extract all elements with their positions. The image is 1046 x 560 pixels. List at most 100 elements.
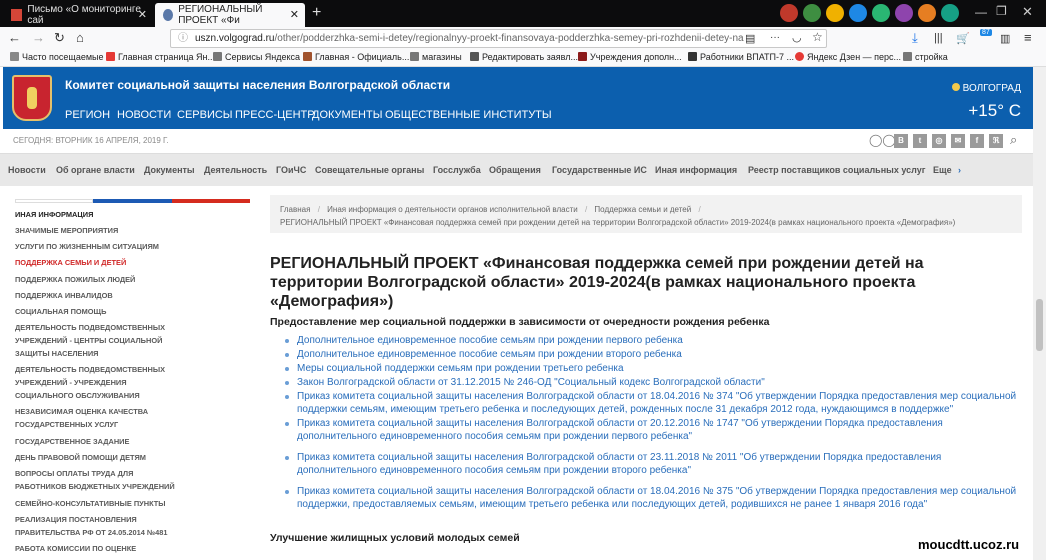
site-title[interactable]: Комитет социальной защиты населения Волг… xyxy=(65,78,450,92)
bookmark-item[interactable]: Главная - Официаль... xyxy=(303,52,409,62)
info-icon[interactable]: ⓘ xyxy=(178,30,188,47)
list-item[interactable]: Меры социальной поддержки семьям при рож… xyxy=(285,362,1020,375)
list-item[interactable]: Приказ комитета социальной защиты населе… xyxy=(285,485,1020,511)
bookmark-item[interactable]: Главная страница Ян... xyxy=(106,52,215,62)
pinned-site-icon[interactable] xyxy=(780,4,798,22)
sidebar-item-other-info[interactable]: ИНАЯ ИНФОРМАЦИЯ xyxy=(15,208,180,221)
close-icon[interactable]: ✕ xyxy=(138,8,147,21)
new-tab-button[interactable]: + xyxy=(312,4,321,22)
tab-mail[interactable]: Письмо «О мониторинге сай ✕ xyxy=(3,3,153,27)
tab-regional-project[interactable]: РЕГИОНАЛЬНЫЙ ПРОЕКТ «Фи ✕ xyxy=(155,3,305,27)
bookmark-item[interactable]: магазины xyxy=(410,52,462,62)
pinned-site-icon[interactable] xyxy=(918,4,936,22)
sidebar-item-elderly-support[interactable]: ПОДДЕРЖКА ПОЖИЛЫХ ЛЮДЕЙ xyxy=(15,273,180,286)
search-icon[interactable]: ⌕ xyxy=(1010,132,1017,148)
sidebar-item-family-support[interactable]: ПОДДЕРЖКА СЕМЬИ И ДЕТЕЙ xyxy=(15,256,180,269)
secnav-goichs[interactable]: ГОиЧС xyxy=(276,165,306,175)
pinned-site-icon[interactable] xyxy=(803,4,821,22)
sidebar-item-state-assignment[interactable]: ГОСУДАРСТВЕННОЕ ЗАДАНИЕ xyxy=(15,435,180,448)
bookmark-item[interactable]: Яндекс Дзен — перс... xyxy=(795,52,901,62)
bookmark-item[interactable]: Редактировать заявл... xyxy=(470,52,578,62)
sidebar-item-disabled-support[interactable]: ПОДДЕРЖКА ИНВАЛИДОВ xyxy=(15,289,180,302)
sidebar-item-life-situations[interactable]: УСЛУГИ ПО ЖИЗНЕННЫМ СИТУАЦИЯМ xyxy=(15,240,180,253)
menu-icon[interactable]: ≡ xyxy=(1024,30,1032,45)
sidebar-item-legal-aid-day[interactable]: ДЕНЬ ПРАВОВОЙ ПОМОЩИ ДЕТЯМ xyxy=(15,451,180,464)
secnav-civil-service[interactable]: Госслужба xyxy=(433,165,481,175)
bookmark-item[interactable]: Работники ВПАТП-7 ... xyxy=(688,52,794,62)
secnav-more[interactable]: Еще xyxy=(933,165,952,175)
rss-icon[interactable]: ℜ xyxy=(989,134,1003,148)
coat-of-arms-logo[interactable] xyxy=(12,75,52,121)
bookmark-item[interactable]: Учреждения дополн... xyxy=(578,52,682,62)
scrollbar[interactable] xyxy=(1033,67,1046,560)
sidebar-item-commission[interactable]: РАБОТА КОМИССИИ ПО ОЦЕНКЕ xyxy=(15,542,180,555)
list-item[interactable]: Приказ комитета социальной защиты населе… xyxy=(285,451,1020,477)
home-icon[interactable]: ⌂ xyxy=(76,30,84,45)
bookmark-item[interactable]: Сервисы Яндекса xyxy=(213,52,300,62)
list-item[interactable]: Закон Волгоградской области от 31.12.201… xyxy=(285,376,1020,389)
maximize-icon[interactable]: ❐ xyxy=(996,4,1007,18)
sidebar-item-wages[interactable]: ВОПРОСЫ ОПЛАТЫ ТРУДА ДЛЯ РАБОТНИКОВ БЮДЖ… xyxy=(15,467,180,493)
reader-view-icon[interactable]: ▤ xyxy=(745,32,755,45)
reload-icon[interactable]: ↻ xyxy=(54,30,65,46)
back-arrow-icon[interactable]: ← xyxy=(8,30,21,45)
list-item[interactable]: Дополнительное единовременное пособие се… xyxy=(285,334,1020,347)
library-icon[interactable]: ||| xyxy=(934,32,943,44)
breadcrumb-home[interactable]: Главная xyxy=(280,205,310,214)
secnav-about[interactable]: Об органе власти xyxy=(56,165,135,175)
scrollbar-thumb[interactable] xyxy=(1036,299,1043,351)
sidebar-item-service-institutions[interactable]: ДЕЯТЕЛЬНОСТЬ ПОДВЕДОМСТВЕННЫХ УЧРЕЖДЕНИЙ… xyxy=(15,363,180,402)
list-item[interactable]: Дополнительное единовременное пособие се… xyxy=(285,348,1020,361)
pinned-site-icon[interactable] xyxy=(849,4,867,22)
sidebar-item-social-centers[interactable]: ДЕЯТЕЛЬНОСТЬ ПОДВЕДОМСТВЕННЫХ УЧРЕЖДЕНИЙ… xyxy=(15,321,180,360)
secnav-providers-registry[interactable]: Реестр поставщиков социальных услуг xyxy=(748,165,925,175)
bookmark-item[interactable]: Часто посещаемые xyxy=(10,52,104,62)
close-icon[interactable]: ✕ xyxy=(290,8,299,21)
vk-icon[interactable]: В xyxy=(894,134,908,148)
secnav-appeals[interactable]: Обращения xyxy=(489,165,541,175)
secnav-advisory-bodies[interactable]: Совещательные органы xyxy=(315,165,424,175)
secnav-other-info[interactable]: Иная информация xyxy=(655,165,737,175)
url-field[interactable]: ⓘ uszn.volgograd.ru/other/podderzhka-sem… xyxy=(170,29,827,48)
sidebar-item-resolution-481[interactable]: РЕАЛИЗАЦИЯ ПОСТАНОВЛЕНИЯ ПРАВИТЕЛЬСТВА Р… xyxy=(15,513,180,539)
list-item[interactable]: Приказ комитета социальной защиты населе… xyxy=(285,417,1020,443)
chevron-right-icon[interactable]: › xyxy=(958,165,961,175)
bookmark-item[interactable]: стройка xyxy=(903,52,948,62)
pinned-site-icon[interactable] xyxy=(826,4,844,22)
accessibility-glasses-icon[interactable]: ◯◯ xyxy=(869,133,896,147)
breadcrumb-other-info[interactable]: Иная информация о деятельности органов и… xyxy=(327,205,578,214)
breadcrumb-family-support[interactable]: Поддержка семьи и детей xyxy=(594,205,691,214)
downloads-icon[interactable]: ⤓ xyxy=(912,30,918,46)
nav-public-institutions[interactable]: ОБЩЕСТВЕННЫЕ ИНСТИТУТЫ xyxy=(385,109,552,121)
pocket-icon[interactable]: ◡ xyxy=(792,31,802,44)
secnav-activity[interactable]: Деятельность xyxy=(204,165,267,175)
pinned-site-icon[interactable] xyxy=(872,4,890,22)
list-item[interactable]: Приказ комитета социальной защиты населе… xyxy=(285,390,1020,416)
bookmark-star-icon[interactable]: ☆ xyxy=(812,30,823,44)
forward-arrow-icon[interactable]: → xyxy=(32,30,45,45)
facebook-icon[interactable]: f xyxy=(970,134,984,148)
mail-icon[interactable]: ✉ xyxy=(951,134,965,148)
sidebar-item-social-help[interactable]: СОЦИАЛЬНАЯ ПОМОЩЬ xyxy=(15,305,180,318)
nav-news[interactable]: НОВОСТИ xyxy=(117,109,171,121)
secnav-news[interactable]: Новости xyxy=(8,165,46,175)
nav-press-center[interactable]: ПРЕСС-ЦЕНТР xyxy=(235,109,315,121)
nav-documents[interactable]: ДОКУМЕНТЫ xyxy=(312,109,382,121)
cart-icon[interactable]: 🛒 xyxy=(956,32,970,45)
instagram-icon[interactable]: ◎ xyxy=(932,134,946,148)
extension-badge[interactable]: 87 xyxy=(980,29,992,36)
page-actions-icon[interactable]: ··· xyxy=(770,32,780,43)
minimize-icon[interactable]: — xyxy=(975,5,987,19)
nav-services[interactable]: СЕРВИСЫ xyxy=(177,109,233,121)
twitter-icon[interactable]: t xyxy=(913,134,927,148)
sidebar-item-events[interactable]: ЗНАЧИМЫЕ МЕРОПРИЯТИЯ xyxy=(15,224,180,237)
pinned-site-icon[interactable] xyxy=(895,4,913,22)
secnav-state-is[interactable]: Государственные ИС xyxy=(552,165,647,175)
sidebar-item-quality-assessment[interactable]: НЕЗАВИСИМАЯ ОЦЕНКА КАЧЕСТВА ГОСУДАРСТВЕН… xyxy=(15,405,180,431)
sidebar-item-family-consult[interactable]: СЕМЕЙНО-КОНСУЛЬТАТИВНЫЕ ПУНКТЫ xyxy=(15,497,180,510)
window-close-icon[interactable]: ✕ xyxy=(1022,4,1033,20)
nav-region[interactable]: РЕГИОН xyxy=(65,109,110,121)
secnav-documents[interactable]: Документы xyxy=(144,165,195,175)
pinned-site-icon[interactable] xyxy=(941,4,959,22)
sidebar-icon[interactable]: ▥ xyxy=(1000,32,1010,45)
